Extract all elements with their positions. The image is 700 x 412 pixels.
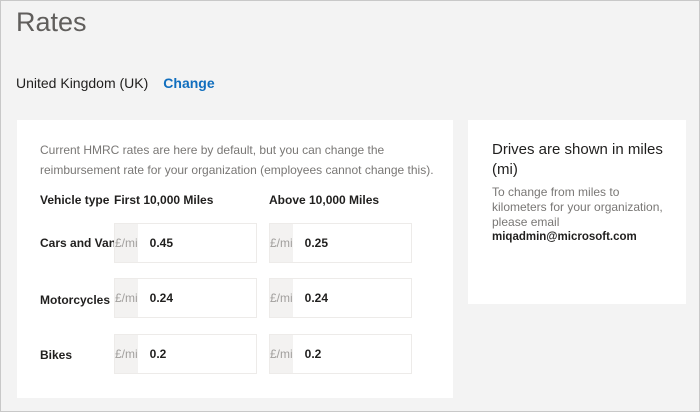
unit-prefix: £/mi	[270, 279, 293, 317]
info-card-text: To change from miles to kilometers for y…	[492, 185, 663, 229]
header-first-10000: First 10,000 Miles	[114, 193, 214, 207]
change-country-link[interactable]: Change	[163, 75, 214, 91]
rate-field-cars-above: £/mi	[269, 223, 465, 263]
unit-prefix: £/mi	[270, 224, 293, 262]
motorcycles-above-rate-input[interactable]	[292, 279, 465, 317]
row-label-cars-and-vans: Cars and Vans	[40, 236, 123, 250]
rate-field-motorcycles-first: £/mi	[114, 278, 310, 318]
country-row: United Kingdom (UK) Change	[16, 75, 215, 91]
rates-intro-text: Current HMRC rates are here by default, …	[40, 143, 434, 177]
row-label-motorcycles: Motorcycles	[40, 293, 111, 307]
rate-field-motorcycles-above: £/mi	[269, 278, 465, 318]
row-label-bikes: Bikes	[40, 348, 73, 362]
unit-prefix: £/mi	[115, 279, 138, 317]
info-card-body: To change from miles to kilometers for y…	[492, 185, 672, 245]
header-vehicle-type: Vehicle type	[40, 193, 110, 207]
rate-field-bikes-first: £/mi	[114, 334, 310, 374]
header-above-10000: Above 10,000 Miles	[269, 193, 380, 207]
support-email: miqadmin@microsoft.com	[492, 231, 637, 243]
page-title: Rates	[16, 7, 87, 37]
rates-card: Current HMRC rates are here by default, …	[17, 120, 465, 398]
unit-prefix: £/mi	[115, 224, 138, 262]
unit-prefix: £/mi	[115, 335, 138, 373]
bikes-above-rate-input[interactable]	[292, 335, 465, 373]
rate-field-cars-first: £/mi	[114, 223, 310, 263]
unit-prefix: £/mi	[270, 335, 293, 373]
info-card-title: Drives are shown in miles (mi)	[492, 141, 663, 178]
country-name: United Kingdom (UK)	[16, 75, 149, 91]
distance-unit-info-card: Drives are shown in miles (mi) To change…	[468, 120, 686, 304]
rate-field-bikes-above: £/mi	[269, 334, 465, 374]
cars-above-rate-input[interactable]	[292, 224, 465, 262]
